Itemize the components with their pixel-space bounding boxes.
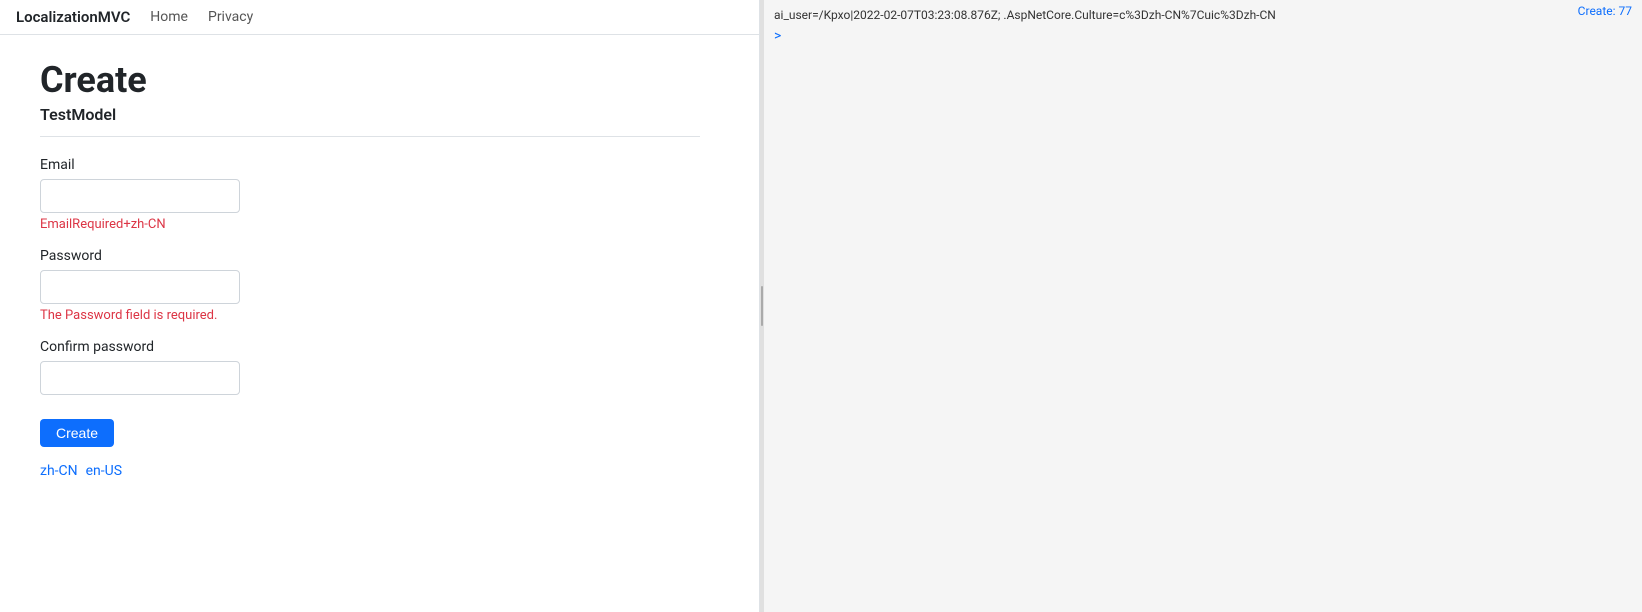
password-group: Password The Password field is required.	[40, 248, 719, 323]
locale-link-zh-cn[interactable]: zh-CN	[40, 463, 78, 479]
form-divider	[40, 136, 700, 137]
right-panel: Create: 77 ai_user=/Kpxo|2022-02-07T03:2…	[764, 0, 1642, 612]
page-title: Create	[40, 59, 719, 101]
password-input[interactable]	[40, 270, 240, 304]
right-panel-arrow: >	[774, 28, 1632, 44]
navbar-brand[interactable]: LocalizationMVC	[16, 8, 130, 26]
left-panel: LocalizationMVC Home Privacy Create Test…	[0, 0, 760, 612]
email-error: EmailRequired+zh-CN	[40, 217, 719, 232]
locale-links: zh-CN en-US	[40, 463, 719, 479]
email-group: Email EmailRequired+zh-CN	[40, 157, 719, 232]
splitter-handle	[761, 286, 763, 326]
right-panel-cookie: ai_user=/Kpxo|2022-02-07T03:23:08.876Z; …	[774, 6, 1632, 24]
email-input[interactable]	[40, 179, 240, 213]
confirm-password-label: Confirm password	[40, 339, 719, 355]
navbar: LocalizationMVC Home Privacy	[0, 0, 759, 35]
password-label: Password	[40, 248, 719, 264]
confirm-password-group: Confirm password	[40, 339, 719, 395]
confirm-password-input[interactable]	[40, 361, 240, 395]
create-button[interactable]: Create	[40, 419, 114, 447]
password-error: The Password field is required.	[40, 308, 719, 323]
nav-link-privacy[interactable]: Privacy	[208, 9, 253, 25]
main-content: Create TestModel Email EmailRequired+zh-…	[0, 35, 759, 612]
email-label: Email	[40, 157, 719, 173]
nav-link-home[interactable]: Home	[150, 9, 188, 25]
create-form: Email EmailRequired+zh-CN Password The P…	[40, 157, 719, 463]
page-subtitle: TestModel	[40, 105, 719, 124]
right-panel-create-link[interactable]: Create: 77	[1578, 4, 1632, 18]
locale-link-en-us[interactable]: en-US	[86, 463, 122, 479]
